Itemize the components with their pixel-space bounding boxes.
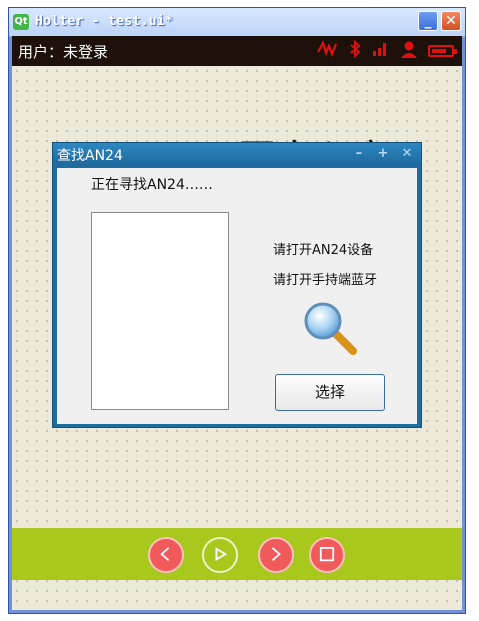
chevron-left-icon xyxy=(160,547,170,562)
find-device-dialog: 查找AN24 – + ✕ 正在寻找AN24…… 请打开AN24设备 请打开手持端… xyxy=(52,142,422,428)
status-bar: 用户：未登录 xyxy=(12,36,462,66)
dialog-title: 查找AN24 xyxy=(57,148,123,164)
bluetooth-icon xyxy=(348,39,362,63)
heart-rate-icon xyxy=(316,39,338,63)
dialog-minimize-icon[interactable]: – xyxy=(349,145,369,162)
select-button[interactable]: 选择 xyxy=(275,374,385,411)
dialog-body: 正在寻找AN24…… 请打开AN24设备 请打开手持端蓝牙 选择 xyxy=(57,168,417,424)
minimize-icon: _ xyxy=(424,13,432,29)
previous-button[interactable] xyxy=(148,537,184,573)
window-title: Holter - test.ui* xyxy=(35,14,174,29)
app-window: Qt Holter - test.ui* _ ✕ 用户：未登录 查找AN24 –… xyxy=(8,7,466,614)
device-list[interactable] xyxy=(91,212,229,410)
play-icon xyxy=(215,547,228,562)
main-client-area: 用户：未登录 图文心率 查找AN24 – xyxy=(12,36,462,610)
magnifier-icon xyxy=(304,302,357,355)
signal-icon xyxy=(372,40,390,63)
playback-toolbar xyxy=(12,528,462,580)
close-icon: ✕ xyxy=(445,13,457,29)
close-button[interactable]: ✕ xyxy=(441,11,461,31)
battery-level-fill xyxy=(432,49,446,53)
play-button[interactable] xyxy=(202,537,238,573)
open-device-prompt: 请打开AN24设备 xyxy=(273,243,374,258)
dialog-title-bar[interactable]: 查找AN24 – + ✕ xyxy=(53,143,421,165)
stop-icon xyxy=(319,547,335,562)
dialog-close-icon[interactable]: ✕ xyxy=(397,145,417,162)
chevron-right-icon xyxy=(271,547,281,562)
open-bluetooth-prompt: 请打开手持端蓝牙 xyxy=(273,273,378,288)
next-button[interactable] xyxy=(258,537,294,573)
user-icon xyxy=(400,40,418,63)
stop-button[interactable] xyxy=(309,537,345,573)
dialog-maximize-icon[interactable]: + xyxy=(373,145,393,162)
battery-icon xyxy=(428,45,457,57)
minimize-button[interactable]: _ xyxy=(418,11,438,31)
title-bar[interactable]: Qt Holter - test.ui* _ ✕ xyxy=(9,8,465,37)
qt-app-icon: Qt xyxy=(13,14,29,30)
searching-label: 正在寻找AN24…… xyxy=(91,177,213,193)
user-login-status[interactable]: 用户：未登录 xyxy=(18,41,108,62)
status-icons xyxy=(316,39,457,63)
